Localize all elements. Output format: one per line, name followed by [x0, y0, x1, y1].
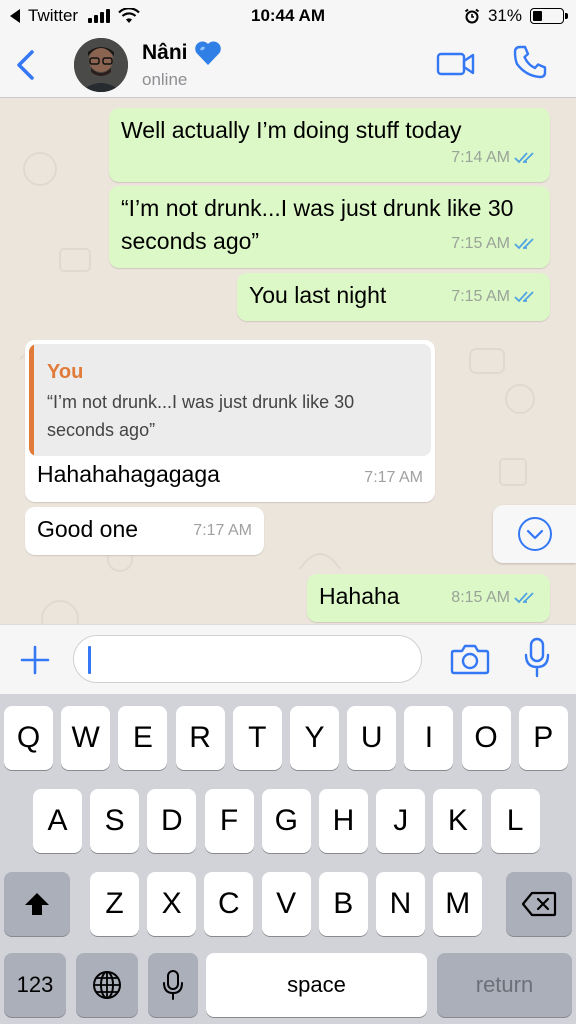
read-ticks-icon: [514, 237, 534, 249]
key-i[interactable]: I: [404, 706, 454, 770]
key-d[interactable]: D: [147, 789, 197, 853]
message-text: Well actually I’m doing stuff today: [121, 117, 462, 143]
globe-icon: [93, 971, 121, 999]
key-m[interactable]: M: [433, 872, 483, 936]
message-time: 7:15 AM: [451, 235, 510, 252]
message-meta: 7:17 AM: [364, 461, 423, 494]
message-bubble-in[interactable]: Good one 7:17 AM: [25, 507, 264, 555]
read-ticks-icon: [514, 151, 534, 163]
message-bubble-out[interactable]: Well actually I’m doing stuff today 7:14…: [109, 108, 550, 182]
key-y[interactable]: Y: [290, 706, 339, 770]
message-text: You last night: [249, 282, 387, 308]
key-e[interactable]: E: [118, 706, 168, 770]
message-text: Good one: [37, 516, 139, 542]
microphone-icon[interactable]: [522, 637, 552, 679]
alarm-icon: [464, 8, 480, 24]
return-key[interactable]: return: [437, 953, 572, 1017]
key-k[interactable]: K: [433, 789, 483, 853]
key-b[interactable]: B: [318, 872, 368, 936]
scroll-down-icon: [517, 517, 552, 551]
key-z[interactable]: Z: [90, 872, 139, 936]
camera-icon[interactable]: [450, 641, 490, 677]
key-o[interactable]: O: [461, 706, 511, 770]
back-chevron-icon[interactable]: [12, 48, 42, 82]
key-l[interactable]: L: [490, 789, 540, 853]
key-p[interactable]: P: [518, 706, 568, 770]
shift-icon: [25, 893, 49, 915]
message-input-bar: [0, 624, 576, 694]
message-meta: 8:15 AM: [451, 581, 538, 614]
key-u[interactable]: U: [347, 706, 397, 770]
message-text: Hahahahagagaga: [37, 461, 220, 487]
backspace-icon: [521, 891, 557, 917]
key-r[interactable]: R: [175, 706, 225, 770]
key-j[interactable]: J: [376, 789, 426, 853]
globe-key[interactable]: [76, 953, 138, 1017]
key-v[interactable]: V: [261, 872, 311, 936]
plus-icon[interactable]: [18, 643, 52, 677]
key-w[interactable]: W: [61, 706, 111, 770]
reply-quote[interactable]: You “I’m not drunk...I was just drunk li…: [29, 344, 431, 456]
contact-name-text: Nâni: [142, 41, 188, 64]
key-t[interactable]: T: [232, 706, 282, 770]
phone-icon[interactable]: [512, 44, 548, 80]
contact-status: online: [142, 70, 188, 89]
avatar[interactable]: [74, 38, 128, 92]
contact-name[interactable]: Nâni: [142, 40, 222, 66]
message-time: 7:14 AM: [451, 149, 510, 166]
video-call-icon[interactable]: [436, 48, 476, 78]
chat-area[interactable]: Well actually I’m doing stuff today 7:14…: [0, 99, 576, 624]
battery-icon: [530, 8, 568, 24]
backspace-key[interactable]: [506, 872, 572, 936]
key-s[interactable]: S: [90, 789, 140, 853]
text-caret: [88, 646, 91, 674]
key-x[interactable]: X: [147, 872, 197, 936]
message-time: 7:15 AM: [451, 288, 510, 305]
read-ticks-icon: [514, 290, 534, 302]
blue-heart-icon: [194, 41, 221, 65]
message-meta: 7:15 AM: [451, 227, 538, 260]
space-key[interactable]: space: [206, 953, 427, 1017]
key-q[interactable]: Q: [4, 706, 53, 770]
message-bubble-out[interactable]: You last night 7:15 AM: [237, 273, 550, 321]
battery-percent: 31%: [487, 6, 522, 25]
reply-text: “I’m not drunk...I was just drunk like 3…: [47, 392, 355, 440]
reply-accent-bar: [29, 344, 34, 456]
key-c[interactable]: C: [204, 872, 254, 936]
key-g[interactable]: G: [261, 789, 311, 853]
message-bubble-out[interactable]: Hahaha 8:15 AM: [307, 574, 550, 622]
keyboard: QWERTYUIOP ASDFGHJKL ZXCVBNM 123 space r…: [0, 694, 576, 1024]
scroll-to-bottom-button[interactable]: [493, 505, 576, 563]
message-bubble-out[interactable]: “I’m not drunk...I was just drunk like 3…: [109, 186, 550, 268]
message-meta: 7:14 AM: [451, 141, 538, 174]
keyboard-mic-icon: [163, 970, 183, 1000]
key-a[interactable]: A: [33, 789, 82, 853]
message-meta: 7:15 AM: [451, 280, 538, 313]
message-time: 8:15 AM: [451, 589, 510, 606]
numbers-key[interactable]: 123: [4, 953, 66, 1017]
key-n[interactable]: N: [376, 872, 425, 936]
chat-header: Nâni online: [0, 32, 576, 98]
message-time: 7:17 AM: [193, 522, 252, 539]
shift-key[interactable]: [4, 872, 70, 936]
message-bubble-in[interactable]: You “I’m not drunk...I was just drunk li…: [25, 340, 435, 502]
message-time: 7:17 AM: [364, 469, 423, 486]
message-text: Hahaha: [319, 583, 400, 609]
dictation-key[interactable]: [148, 953, 198, 1017]
reply-author: You: [47, 361, 84, 383]
message-input[interactable]: [73, 635, 422, 683]
read-ticks-icon: [514, 591, 534, 603]
status-bar: Twitter 10:44 AM 31%: [0, 0, 576, 32]
key-f[interactable]: F: [204, 789, 254, 853]
key-h[interactable]: H: [319, 789, 368, 853]
message-meta: 7:17 AM: [193, 514, 252, 547]
